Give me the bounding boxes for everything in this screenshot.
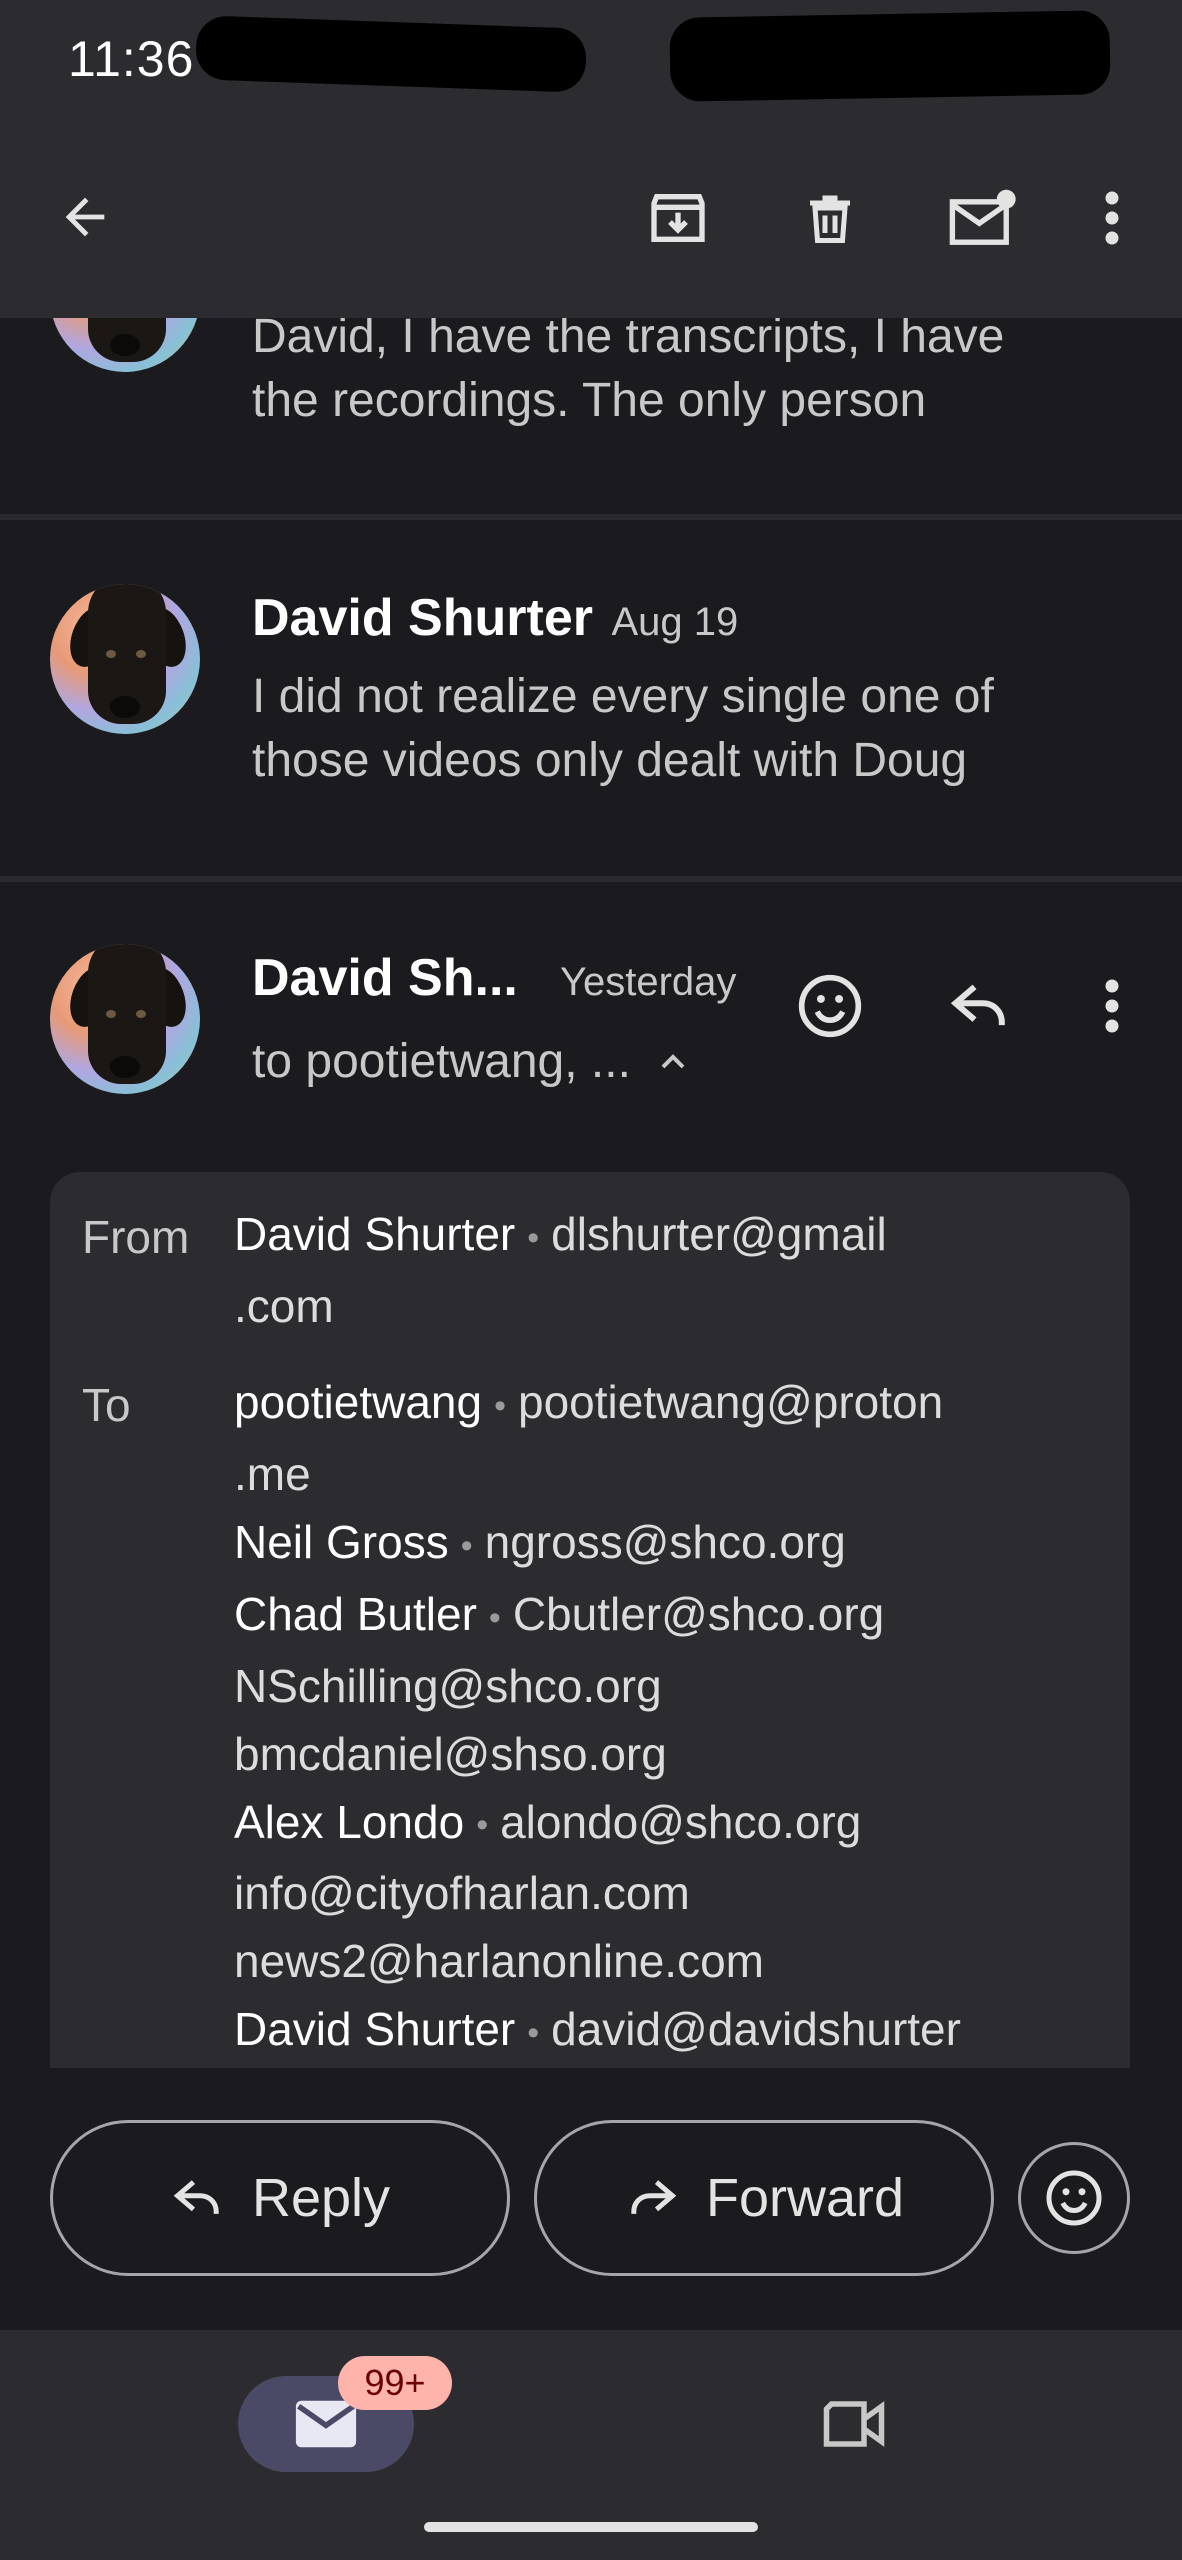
sender-avatar[interactable] xyxy=(50,584,200,734)
more-vert-icon xyxy=(1105,979,1119,1033)
forward-icon xyxy=(631,2180,677,2214)
recipient-email: news2@harlanonline.com xyxy=(234,1935,764,1988)
delete-button[interactable] xyxy=(784,172,876,264)
trash-icon xyxy=(810,195,850,243)
unread-badge: 99+ xyxy=(338,2356,452,2410)
recipient-row[interactable]: pootietwang • pootietwang@proton xyxy=(234,1368,961,1440)
divider xyxy=(0,876,1182,882)
from-email: dlshurter@gmail xyxy=(551,1208,887,1260)
reply-icon-button[interactable] xyxy=(934,960,1026,1052)
recipients-summary[interactable]: to pootietwang, ... xyxy=(252,1034,693,1089)
react-button[interactable] xyxy=(1018,2142,1130,2254)
recipient-email: ngross@shco.org xyxy=(484,1515,846,1568)
sender-name: David Shurter xyxy=(252,589,593,647)
video-camera-icon xyxy=(823,2401,885,2447)
nav-meet[interactable] xyxy=(806,2376,902,2472)
recipients-text: to pootietwang, ... xyxy=(252,1035,631,1088)
more-vert-icon xyxy=(1105,191,1119,245)
separator-dot: • xyxy=(488,1598,501,1637)
bottom-navigation: 99+ xyxy=(0,2330,1182,2560)
forward-button[interactable]: Forward xyxy=(534,2120,994,2276)
recipient-email: pootietwang@proton xyxy=(518,1376,944,1428)
recipient-row[interactable]: NSchilling@shco.org xyxy=(234,1652,961,1720)
home-indicator[interactable] xyxy=(424,2522,758,2532)
recipient-row[interactable]: Chad Butler • Cbutler@shco.org xyxy=(234,1580,961,1652)
recipient-name: David Shurter xyxy=(234,2003,516,2056)
recipient-row[interactable]: bmcdaniel@shso.org xyxy=(234,1720,961,1788)
separator-dot: • xyxy=(460,1526,473,1565)
from-name: David Shurter xyxy=(234,1208,516,1260)
recipient-row[interactable]: Alex Londo • alondo@shco.org xyxy=(234,1788,961,1860)
mail-unread-icon xyxy=(949,189,1016,245)
emoji-icon xyxy=(798,974,862,1038)
snippet-line: the recordings. The only person xyxy=(252,374,927,427)
mail-icon xyxy=(295,2400,357,2448)
redaction-mark xyxy=(669,10,1111,102)
chevron-up-icon xyxy=(661,1053,685,1068)
divider xyxy=(0,514,1182,520)
snippet-line: I did not realize every single one of xyxy=(252,670,994,723)
snippet-line: those videos only dealt with Doug xyxy=(252,734,968,787)
from-email-cont: .com xyxy=(234,1279,334,1332)
to-list: pootietwang • pootietwang@proton .me Neil … xyxy=(234,1368,961,2067)
message-more-button[interactable] xyxy=(1066,960,1158,1052)
forward-label: Forward xyxy=(705,2168,905,2228)
recipient-row[interactable]: news2@harlanonline.com xyxy=(234,1927,961,1995)
recipient-email: david@davidshurter xyxy=(551,2003,961,2056)
recipient-name: Chad Butler xyxy=(234,1587,477,1640)
message-header[interactable]: David Shurter Aug 19 xyxy=(252,588,738,648)
mark-unread-button[interactable] xyxy=(934,172,1030,264)
back-button[interactable] xyxy=(40,172,130,262)
recipient-email: Cbutler@shco.org xyxy=(512,1587,885,1640)
recipient-row[interactable]: info@cityofharlan.com xyxy=(234,1859,961,1927)
sender-avatar[interactable] xyxy=(50,944,200,1094)
status-time: 11:36 xyxy=(68,31,195,87)
top-app-bar: 11:36 xyxy=(0,0,1182,318)
message-date: Yesterday xyxy=(560,960,737,1004)
add-reaction-button[interactable] xyxy=(784,960,876,1052)
more-options-button[interactable] xyxy=(1066,172,1158,264)
reply-icon xyxy=(173,2180,219,2214)
archive-icon xyxy=(651,194,705,242)
recipient-name: Neil Gross xyxy=(234,1515,449,1568)
emoji-icon xyxy=(1046,2170,1102,2226)
separator-dot: • xyxy=(476,1806,489,1845)
recipient-email: bmcdaniel@shso.org xyxy=(234,1727,667,1780)
recipient-email: alondo@shco.org xyxy=(500,1795,862,1848)
sender-name: David Sh... xyxy=(252,949,518,1007)
separator-dot: • xyxy=(494,1386,506,1425)
recipient-email: NSchilling@shco.org xyxy=(234,1659,662,1712)
separator-dot: • xyxy=(527,1218,540,1257)
message-snippet[interactable]: David, I have the transcripts, I have th… xyxy=(252,305,1132,433)
reply-action-bar: Reply Forward xyxy=(0,2068,1182,2330)
from-label: From xyxy=(82,1211,190,1263)
arrow-left-icon xyxy=(65,197,105,237)
message-snippet[interactable]: I did not realize every single one of th… xyxy=(252,665,1132,793)
recipient-name: Alex Londo xyxy=(234,1795,465,1848)
archive-button[interactable] xyxy=(632,172,724,264)
to-label: To xyxy=(82,1379,131,1431)
recipient-name: pootietwang xyxy=(234,1376,483,1428)
recipient-row[interactable]: Neil Gross • ngross@shco.org xyxy=(234,1508,961,1580)
recipient-email-cont: .me xyxy=(234,1447,311,1500)
reply-label: Reply xyxy=(251,2168,391,2228)
reply-icon xyxy=(950,984,1005,1026)
recipient-row[interactable]: David Shurter • david@davidshurter xyxy=(234,1995,961,2067)
message-date: Aug 19 xyxy=(611,600,739,644)
recipient-email: info@cityofharlan.com xyxy=(234,1867,690,1920)
from-value[interactable]: David Shurter • dlshurter@gmail .com xyxy=(234,1200,887,1340)
redaction-mark xyxy=(195,15,587,93)
reply-button[interactable]: Reply xyxy=(50,2120,510,2276)
separator-dot: • xyxy=(527,2014,540,2053)
